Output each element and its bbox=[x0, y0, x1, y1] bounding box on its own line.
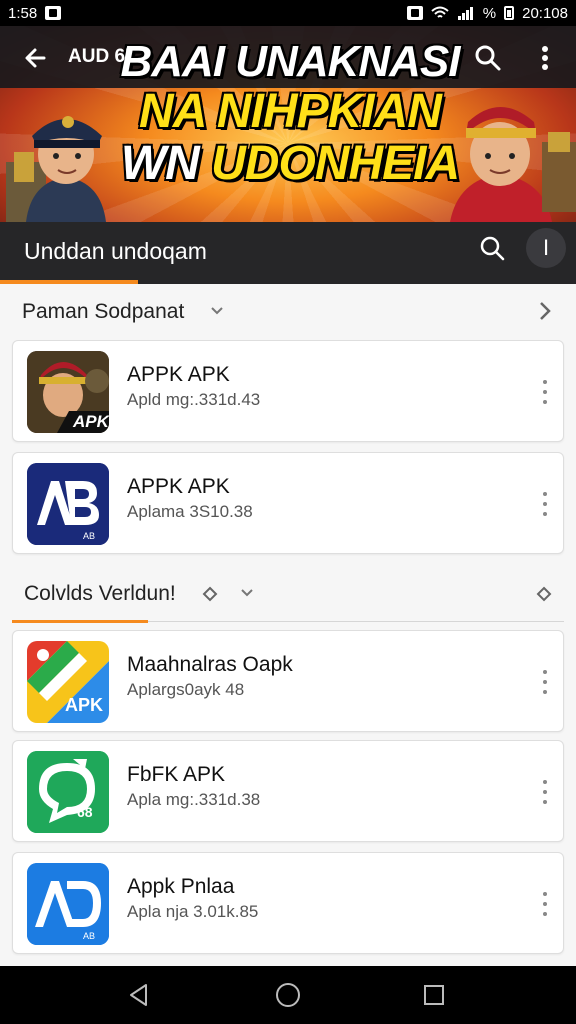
banner-line-1: BAAI UNAKNASI bbox=[120, 37, 461, 86]
battery-icon bbox=[504, 6, 515, 20]
section-search-button[interactable] bbox=[476, 232, 510, 266]
dot bbox=[543, 680, 547, 684]
signal-icon bbox=[457, 7, 473, 20]
chevron-right-icon[interactable] bbox=[534, 300, 556, 322]
notification-icon bbox=[45, 6, 62, 20]
dot bbox=[543, 380, 547, 384]
maps-apk-icon: APK bbox=[27, 641, 109, 723]
dot bbox=[543, 512, 547, 516]
chevron-down-icon bbox=[211, 307, 223, 315]
app-card-1[interactable]: APK APPK APK Apld mg:.331d.43 bbox=[12, 340, 564, 442]
diamond-icon[interactable] bbox=[536, 586, 552, 602]
dot bbox=[543, 800, 547, 804]
app-meta-1: Apld mg:.331d.43 bbox=[127, 390, 261, 409]
chevron-down-icon bbox=[241, 589, 253, 597]
app-meta-4: Apla mg:.331d.38 bbox=[127, 790, 261, 809]
system-nav-bar bbox=[0, 966, 576, 1024]
dot bbox=[543, 502, 547, 506]
dot bbox=[543, 780, 547, 784]
more-vertical-icon bbox=[542, 46, 548, 70]
banner-headline: BAAI UNAKNASI NA NIHPKIAN WN UDONHEIA bbox=[100, 40, 480, 188]
app-card-1-menu[interactable] bbox=[535, 375, 555, 409]
banner-line-2: NA NIHPKIAN bbox=[139, 85, 442, 138]
status-time-right: 20:108 bbox=[522, 4, 568, 22]
search-button[interactable] bbox=[470, 40, 506, 76]
diamond-icon bbox=[202, 586, 218, 602]
banner-line-3: WN UDONHEIA bbox=[100, 140, 480, 188]
app-meta-2: Aplama 3S10.38 bbox=[127, 502, 253, 521]
icon-badge-5: AB bbox=[83, 931, 95, 941]
nav-back-icon[interactable] bbox=[126, 982, 152, 1008]
app-card-5-menu[interactable] bbox=[535, 887, 555, 921]
nav-recent-icon[interactable] bbox=[422, 983, 446, 1007]
app-meta-3: Aplargs0ayk 48 bbox=[127, 680, 245, 699]
app-card-2[interactable]: AB APPK APK Aplama 3S10.38 bbox=[12, 452, 564, 554]
nav-home-icon[interactable] bbox=[274, 981, 302, 1009]
soldier-apk-icon: APK bbox=[27, 351, 109, 433]
promo-banner[interactable]: BAAI UNAKNASI NA NIHPKIAN WN UDONHEIA AU… bbox=[0, 26, 576, 222]
section-title: Unddan undoqam bbox=[24, 238, 207, 264]
nfc-icon bbox=[406, 6, 423, 20]
group-header-2[interactable]: Colvlds Verldun! bbox=[0, 566, 576, 620]
group-title-2: Colvlds Verldun! bbox=[24, 582, 176, 605]
app-card-4[interactable]: 68 FbFK APK Apla mg:.331d.38 bbox=[12, 740, 564, 842]
status-bar: 1:58 % 20:108 bbox=[0, 0, 576, 26]
arrow-left-icon bbox=[25, 48, 46, 68]
dot bbox=[543, 902, 547, 906]
app-card-5[interactable]: AB Appk Pnlaa Apla nja 3.01k.85 bbox=[12, 852, 564, 954]
app-name-2: APPK APK bbox=[127, 475, 230, 498]
chat-bubble-icon: 68 bbox=[27, 751, 109, 833]
dot bbox=[543, 690, 547, 694]
app-name-5: Appk Pnlaa bbox=[127, 875, 235, 898]
app-card-3[interactable]: APK Maahnalras Oapk Aplargs0ayk 48 bbox=[12, 630, 564, 732]
dot bbox=[543, 790, 547, 794]
group-tab-indicator bbox=[12, 620, 148, 623]
icon-badge-4: 68 bbox=[77, 804, 93, 820]
app-card-3-menu[interactable] bbox=[535, 665, 555, 699]
dot bbox=[543, 670, 547, 674]
ab-blue-logo-icon: AB bbox=[27, 863, 109, 945]
search-icon bbox=[475, 45, 501, 71]
icon-badge-1: APK bbox=[72, 412, 109, 431]
app-card-4-menu[interactable] bbox=[535, 775, 555, 809]
app-name-3: Maahnalras Oapk bbox=[127, 653, 293, 676]
app-name-4: FbFK APK bbox=[127, 763, 226, 786]
banner-line-3a: WN bbox=[120, 137, 200, 190]
dot bbox=[543, 400, 547, 404]
ab-logo-icon: AB bbox=[27, 463, 109, 545]
wifi-icon bbox=[431, 6, 449, 18]
search-icon bbox=[480, 236, 505, 261]
app-list: Paman Sodpanat APK APPK APK Apld mg:.331… bbox=[0, 284, 576, 966]
banner-line-3b: UDONHEIA bbox=[211, 137, 460, 190]
dot bbox=[543, 492, 547, 496]
app-name-1: APPK APK bbox=[127, 363, 230, 386]
icon-badge-2: AB bbox=[83, 531, 95, 541]
dot bbox=[543, 892, 547, 896]
icon-badge-3: APK bbox=[65, 695, 103, 715]
dot bbox=[543, 912, 547, 916]
overflow-menu-button[interactable] bbox=[530, 40, 560, 76]
dot bbox=[543, 390, 547, 394]
status-time-left: 1:58 bbox=[8, 4, 38, 22]
group-header-1[interactable]: Paman Sodpanat bbox=[0, 284, 576, 338]
app-meta-5: Apla nja 3.01k.85 bbox=[127, 902, 259, 921]
app-title: AUD 6I bbox=[68, 46, 131, 67]
app-card-2-menu[interactable] bbox=[535, 487, 555, 521]
group-title-1: Paman Sodpanat bbox=[22, 300, 185, 323]
back-button[interactable] bbox=[18, 40, 54, 76]
section-menu-button[interactable]: I bbox=[526, 228, 566, 268]
battery-percent: % bbox=[482, 4, 497, 22]
